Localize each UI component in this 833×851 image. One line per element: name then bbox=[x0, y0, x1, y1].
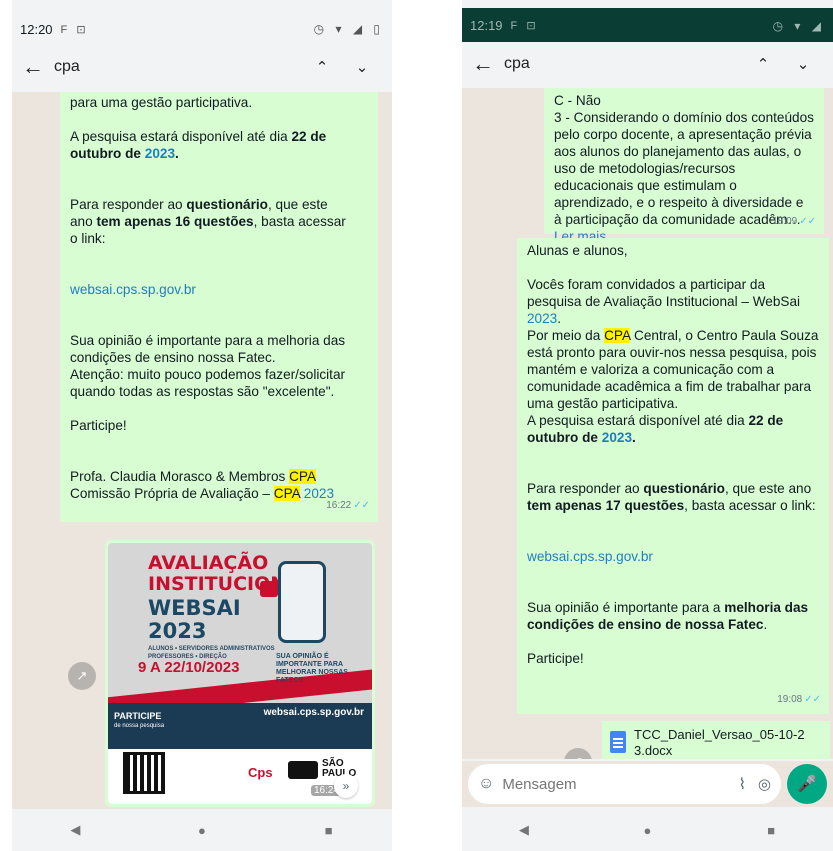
websai-link[interactable]: websai.cps.sp.gov.br bbox=[70, 282, 196, 297]
system-status-icons: ◷ ▾ ◢ ▯ bbox=[313, 22, 384, 36]
chevron-up-icon[interactable]: ⌃ bbox=[743, 55, 783, 73]
forward-icon[interactable]: ↗ bbox=[68, 662, 96, 690]
system-nav-bar: ◀ ● ■ bbox=[12, 809, 392, 851]
nav-recents-icon[interactable]: ■ bbox=[741, 823, 801, 838]
forward-icon[interactable]: ↗ bbox=[564, 748, 592, 759]
camera-icon[interactable]: ◎ bbox=[758, 775, 771, 793]
back-arrow-icon[interactable]: ← bbox=[472, 51, 498, 77]
poster-participe: PARTICIPE de nossa pesquisa bbox=[114, 711, 165, 729]
websai-link[interactable]: websai.cps.sp.gov.br bbox=[527, 549, 653, 564]
qr-code-icon bbox=[123, 752, 165, 794]
attach-icon[interactable]: ⌇ bbox=[739, 775, 746, 793]
document-icon bbox=[610, 731, 626, 753]
status-time: 12:19 bbox=[470, 18, 503, 33]
image-message[interactable]: AVALIAÇÃO INSTITUCIONAL WEBSAI 2023 ALUNOS… bbox=[105, 540, 375, 807]
search-bar: ← ⌃ ⌄ bbox=[12, 45, 392, 89]
message-composer: ☺ ⌇ ◎ 🎤 bbox=[462, 761, 833, 807]
composer-field: ☺ ⌇ ◎ bbox=[468, 764, 781, 804]
search-input[interactable] bbox=[48, 58, 302, 76]
search-highlight: CPA bbox=[273, 486, 300, 501]
search-highlight: CPA bbox=[289, 469, 317, 484]
nav-recents-icon[interactable]: ■ bbox=[299, 823, 359, 838]
nav-home-icon[interactable]: ● bbox=[172, 823, 232, 838]
right-phone-screen: 12:19 F ⊡ ◷ ▾ ◢ ← ⌃ ⌄ C - Não 3 - Consid… bbox=[462, 0, 833, 851]
message-text: para uma gestão participativa. A pesquis… bbox=[70, 95, 346, 501]
status-bar: 12:19 F ⊡ ◷ ▾ ◢ bbox=[462, 8, 833, 43]
message-timestamp: 18:09 ✓✓ bbox=[772, 216, 816, 227]
smartphone-illustration bbox=[278, 561, 326, 643]
websai-poster-image[interactable]: AVALIAÇÃO INSTITUCIONAL WEBSAI 2023 ALUNOS… bbox=[108, 543, 372, 804]
message-bubble[interactable]: C - Não 3 - Considerando o domínio dos c… bbox=[544, 88, 824, 244]
notification-icons: F ⊡ bbox=[60, 23, 89, 36]
mic-icon[interactable]: 🎤 bbox=[787, 764, 827, 804]
poster-title-2: WEBSAI 2023 bbox=[148, 596, 241, 643]
status-time: 12:20 bbox=[20, 21, 53, 37]
chevron-up-icon[interactable]: ⌃ bbox=[302, 58, 342, 76]
search-input[interactable] bbox=[498, 55, 743, 73]
chat-area[interactable]: para uma gestão participativa. A pesquis… bbox=[12, 92, 392, 809]
chat-area[interactable]: C - Não 3 - Considerando o domínio dos c… bbox=[462, 88, 833, 759]
document-message[interactable]: TCC_Daniel_Versao_05-10-23.docx bbox=[602, 721, 830, 759]
search-bar: ← ⌃ ⌄ bbox=[462, 42, 833, 86]
nav-back-icon[interactable]: ◀ bbox=[45, 822, 105, 838]
sp-logo-icon bbox=[288, 761, 318, 779]
chevron-down-icon[interactable]: ⌄ bbox=[342, 58, 382, 76]
message-text: Alunas e alunos, Vocês foram convidados … bbox=[527, 243, 824, 666]
emoji-icon[interactable]: ☺ bbox=[478, 775, 494, 793]
cps-logo: Cps bbox=[248, 765, 273, 780]
back-arrow-icon[interactable]: ← bbox=[22, 54, 48, 80]
nav-home-icon[interactable]: ● bbox=[617, 823, 677, 838]
system-nav-bar: ◀ ● ■ bbox=[462, 809, 833, 851]
poster-band: PARTICIPE de nossa pesquisa websai.cps.sp… bbox=[108, 703, 372, 749]
left-phone-screen: 12:20 F ⊡ ◷ ▾ ◢ ▯ ← ⌃ ⌄ para uma gestão … bbox=[12, 0, 392, 851]
scroll-down-icon[interactable]: » bbox=[334, 774, 358, 798]
read-receipt-icon: ✓✓ bbox=[353, 500, 370, 511]
poster-dates: 9 A 22/10/2023 bbox=[138, 659, 240, 676]
notification-icons: F ⊡ bbox=[510, 20, 539, 32]
search-highlight: CPA bbox=[604, 328, 631, 343]
message-input[interactable] bbox=[502, 775, 727, 793]
message-timestamp: 16:22 ✓✓ bbox=[326, 500, 370, 511]
message-timestamp: 19:08 ✓✓ bbox=[777, 694, 821, 705]
poster-opinion: SUA OPINIÃO É IMPORTANTE PARA MELHORAR N… bbox=[276, 653, 348, 684]
message-bubble[interactable]: para uma gestão participativa. A pesquis… bbox=[60, 92, 378, 522]
document-name[interactable]: TCC_Daniel_Versao_05-10-23.docx bbox=[634, 727, 814, 759]
message-bubble[interactable]: Alunas e alunos, Vocês foram convidados … bbox=[517, 238, 829, 714]
read-receipt-icon: ✓✓ bbox=[799, 216, 816, 227]
chevron-down-icon[interactable]: ⌄ bbox=[783, 55, 823, 73]
poster-url: websai.cps.sp.gov.br bbox=[263, 707, 364, 718]
system-status-icons: ◷ ▾ ◢ bbox=[772, 18, 825, 33]
nav-back-icon[interactable]: ◀ bbox=[494, 822, 554, 838]
read-receipt-icon: ✓✓ bbox=[804, 694, 821, 705]
lock-icon bbox=[260, 581, 278, 597]
